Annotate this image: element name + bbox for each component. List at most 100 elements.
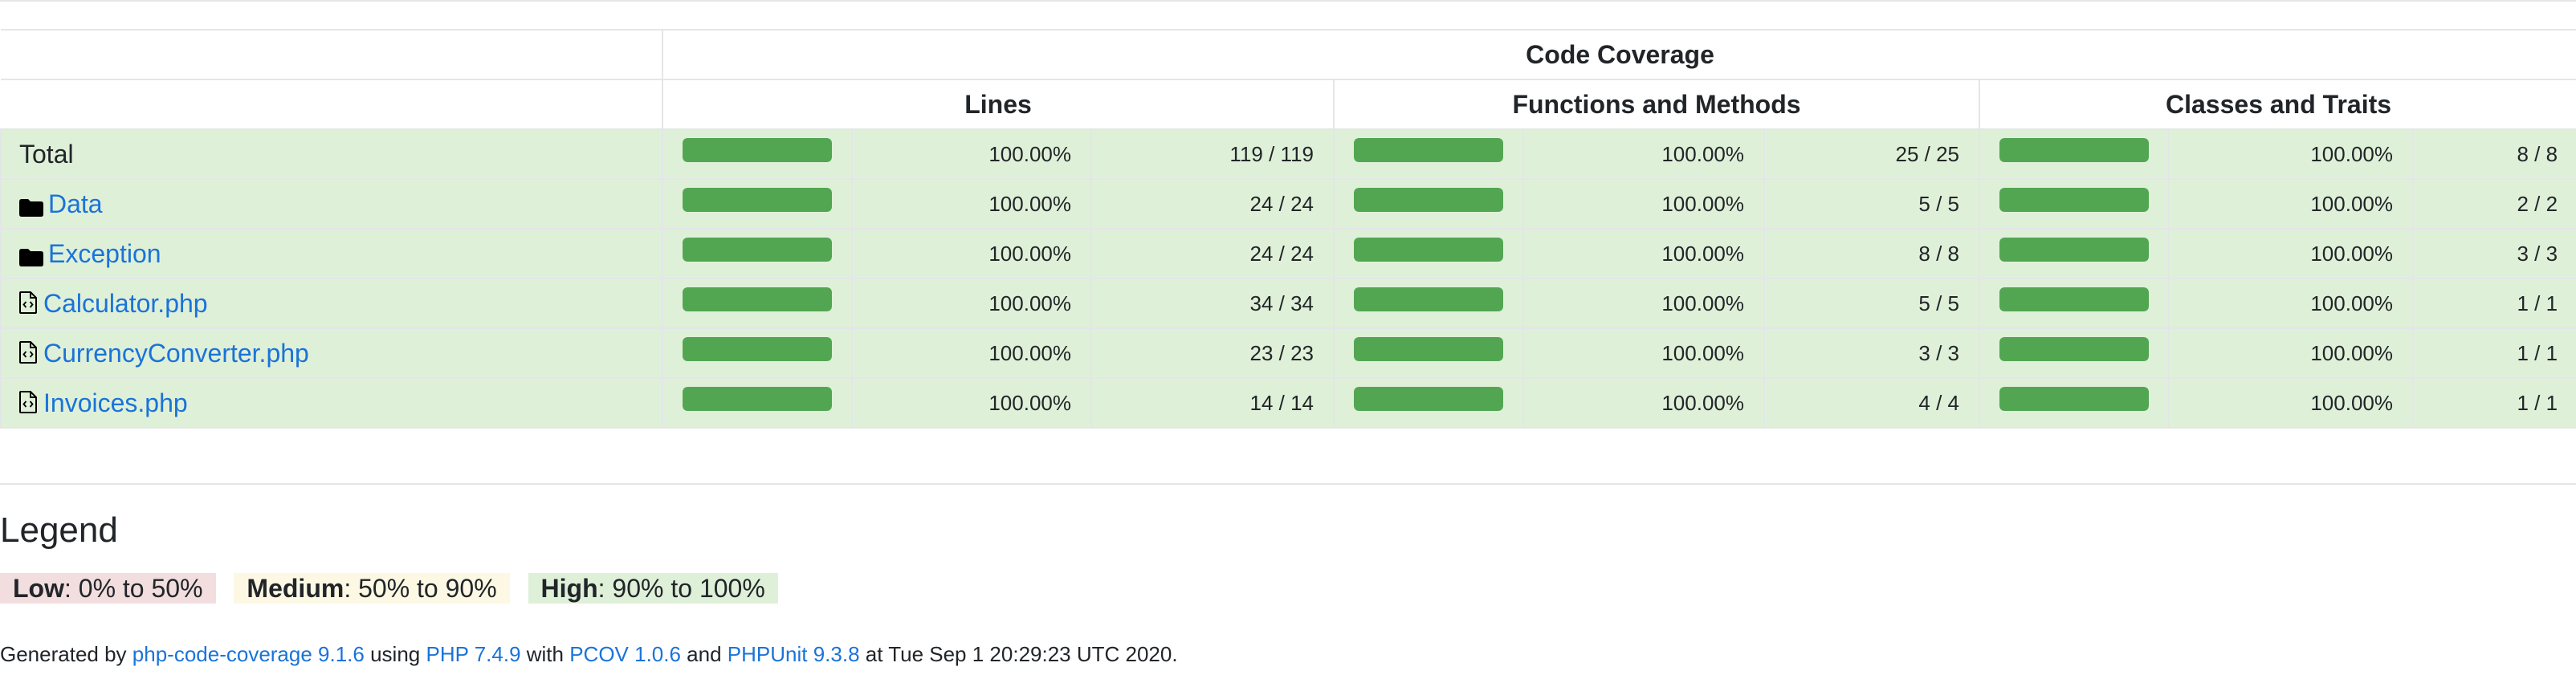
footer-prefix: Generated by xyxy=(0,642,132,666)
functions-percent: 100.00% xyxy=(1522,128,1765,180)
functions-progress-fill xyxy=(1354,387,1503,411)
functions-progress-bar xyxy=(1354,337,1503,361)
table-row: Invoices.php 100.00% 14 / 14 100.00% 4 / 4 10… xyxy=(0,377,2576,429)
classes-percent: 100.00% xyxy=(2168,377,2414,429)
functions-count: 5 / 5 xyxy=(1763,178,1980,230)
footer-divider xyxy=(0,483,2576,485)
lines-count: 119 / 119 xyxy=(1090,128,1335,180)
classes-bar-cell xyxy=(1979,228,2170,279)
lines-bar-cell xyxy=(662,377,853,429)
functions-progress-bar xyxy=(1354,387,1503,411)
classes-progress-fill xyxy=(1999,238,2149,262)
classes-progress-fill xyxy=(1999,287,2149,311)
classes-bar-cell xyxy=(1979,128,2170,180)
lines-progress-fill xyxy=(683,337,832,361)
lines-percent: 100.00% xyxy=(851,228,1092,279)
functions-bar-cell xyxy=(1333,327,1524,379)
lines-count: 23 / 23 xyxy=(1090,327,1335,379)
lines-percent: 100.00% xyxy=(851,327,1092,379)
functions-count: 4 / 4 xyxy=(1763,377,1980,429)
legend-medium-range: : 50% to 90% xyxy=(344,574,497,603)
lines-progress-fill xyxy=(683,387,832,411)
classes-count: 2 / 2 xyxy=(2411,178,2576,230)
legend-low: Low: 0% to 50% xyxy=(0,573,216,604)
legend: Low: 0% to 50% Medium: 50% to 90% High: … xyxy=(0,573,789,604)
lines-count: 14 / 14 xyxy=(1090,377,1335,429)
lines-bar-cell xyxy=(662,128,853,180)
classes-count: 8 / 8 xyxy=(2411,128,2576,180)
phpunit-link[interactable]: PHPUnit 9.3.8 xyxy=(728,642,860,666)
file-link[interactable]: CurrencyConverter.php xyxy=(43,339,309,368)
lines-progress-fill xyxy=(683,287,832,311)
total-label: Total xyxy=(19,140,74,169)
file-link[interactable]: Invoices.php xyxy=(43,388,188,417)
folder-icon xyxy=(19,243,43,267)
folder-icon xyxy=(19,193,43,218)
functions-percent: 100.00% xyxy=(1522,278,1765,329)
lines-bar-cell xyxy=(662,278,853,329)
functions-header: Functions and Methods xyxy=(1333,79,1980,130)
functions-progress-bar xyxy=(1354,238,1503,262)
classes-percent: 100.00% xyxy=(2168,178,2414,230)
lines-bar-cell xyxy=(662,327,853,379)
classes-bar-cell xyxy=(1979,278,2170,329)
lines-percent: 100.00% xyxy=(851,128,1092,180)
classes-progress-bar xyxy=(1999,188,2149,212)
row-name-cell: CurrencyConverter.php xyxy=(0,327,663,379)
classes-progress-fill xyxy=(1999,138,2149,162)
lines-bar-cell xyxy=(662,178,853,230)
file-link[interactable]: Calculator.php xyxy=(43,289,208,318)
footer-and: and xyxy=(680,642,728,666)
folder-link[interactable]: Data xyxy=(48,189,103,218)
functions-bar-cell xyxy=(1333,178,1524,230)
table-subheader-row: Lines Functions and Methods Classes and … xyxy=(1,79,2576,130)
table-header-row: Code Coverage xyxy=(1,29,2576,80)
lines-percent: 100.00% xyxy=(851,178,1092,230)
lines-progress-fill xyxy=(683,238,832,262)
php-code-coverage-link[interactable]: php-code-coverage 9.1.6 xyxy=(132,642,365,666)
classes-count: 1 / 1 xyxy=(2411,278,2576,329)
lines-count: 24 / 24 xyxy=(1090,178,1335,230)
lines-count: 34 / 34 xyxy=(1090,278,1335,329)
functions-count: 3 / 3 xyxy=(1763,327,1980,379)
lines-percent: 100.00% xyxy=(851,377,1092,429)
legend-low-label: Low xyxy=(13,574,64,603)
lines-bar-cell xyxy=(662,228,853,279)
lines-header: Lines xyxy=(662,79,1335,130)
lines-progress-bar xyxy=(683,238,832,262)
functions-percent: 100.00% xyxy=(1522,228,1765,279)
classes-count: 3 / 3 xyxy=(2411,228,2576,279)
classes-progress-bar xyxy=(1999,387,2149,411)
functions-progress-bar xyxy=(1354,138,1503,162)
functions-count: 25 / 25 xyxy=(1763,128,1980,180)
table-row: CurrencyConverter.php 100.00% 23 / 23 100.0… xyxy=(0,327,2576,379)
pcov-link[interactable]: PCOV 1.0.6 xyxy=(569,642,681,666)
classes-progress-bar xyxy=(1999,238,2149,262)
header-blank-cell xyxy=(1,29,663,80)
table-row: Exception 100.00% 24 / 24 100.00% 8 / 8 100.0… xyxy=(0,228,2576,279)
classes-bar-cell xyxy=(1979,377,2170,429)
table-row: Data 100.00% 24 / 24 100.00% 5 / 5 100.00% 2 /… xyxy=(0,178,2576,230)
lines-progress-bar xyxy=(683,138,832,162)
classes-progress-fill xyxy=(1999,188,2149,212)
functions-percent: 100.00% xyxy=(1522,377,1765,429)
functions-progress-bar xyxy=(1354,188,1503,212)
file-code-icon xyxy=(19,390,37,414)
functions-percent: 100.00% xyxy=(1522,327,1765,379)
row-name-cell: Calculator.php xyxy=(0,278,663,329)
row-name-cell: Invoices.php xyxy=(0,377,663,429)
legend-high-range: : 90% to 100% xyxy=(597,574,765,603)
functions-bar-cell xyxy=(1333,377,1524,429)
lines-progress-bar xyxy=(683,188,832,212)
lines-percent: 100.00% xyxy=(851,278,1092,329)
folder-link[interactable]: Exception xyxy=(48,239,161,268)
file-code-icon xyxy=(19,291,37,315)
lines-progress-fill xyxy=(683,188,832,212)
php-link[interactable]: PHP 7.4.9 xyxy=(426,642,520,666)
functions-bar-cell xyxy=(1333,278,1524,329)
functions-progress-bar xyxy=(1354,287,1503,311)
legend-medium: Medium: 50% to 90% xyxy=(234,573,510,604)
classes-progress-bar xyxy=(1999,287,2149,311)
legend-high-label: High xyxy=(540,574,598,603)
legend-low-range: : 0% to 50% xyxy=(63,574,203,603)
